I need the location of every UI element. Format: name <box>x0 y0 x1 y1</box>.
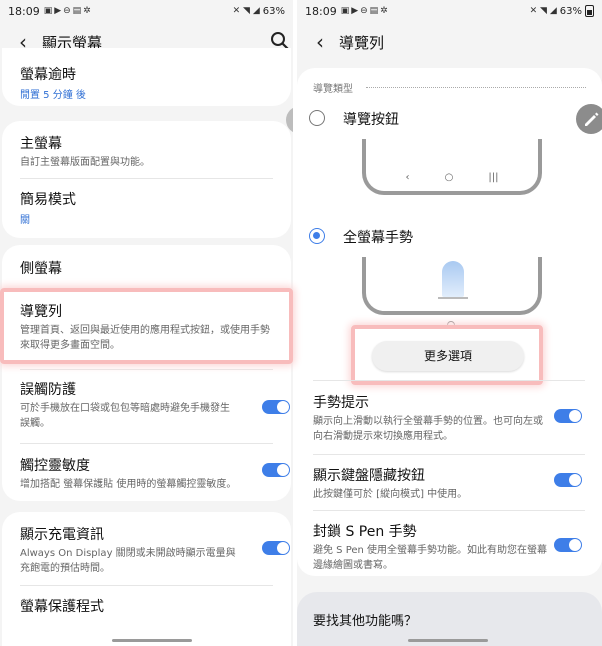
easy-mode-value: 關 <box>20 215 30 226</box>
touch-sensitivity-toggle[interactable] <box>262 463 290 477</box>
separator <box>313 380 585 381</box>
signal-icons: ✕ ◥ ◢ <box>232 6 260 16</box>
block-spen-title: 封鎖 S Pen 手勢 <box>313 524 417 540</box>
full-gestures-label[interactable]: 全螢幕手勢 <box>343 227 413 247</box>
edge-screen-title: 側螢幕 <box>20 261 62 277</box>
charging-info-item[interactable]: 顯示充電資訊 Always On Display 關閉或未開啟時顯示電量與充飽電… <box>2 524 291 576</box>
charging-info-title: 顯示充電資訊 <box>20 527 104 543</box>
nav-buttons-radio[interactable] <box>309 110 325 126</box>
separator <box>20 443 273 444</box>
screensaver-item[interactable]: 螢幕保護程式 <box>2 596 291 616</box>
card-charging: 顯示充電資訊 Always On Display 關閉或未開啟時顯示電量與充飽電… <box>2 512 291 646</box>
screen-timeout-value: 閒置 5 分鐘 後 <box>20 90 86 101</box>
swipe-hint-graphic <box>442 261 464 297</box>
battery-text: 63% <box>262 5 285 17</box>
status-right: ✕ ◥ ◢ 63% <box>233 6 285 17</box>
separator <box>20 369 273 370</box>
section-divider <box>366 87 586 88</box>
nav-buttons-preview: ‹ ○ ||| <box>362 139 542 195</box>
charging-info-desc: Always On Display 關閉或未開啟時顯示電量與充飽電的預估時間。 <box>20 548 236 574</box>
pencil-icon <box>585 112 599 126</box>
card-home-easy: 主螢幕 自訂主螢幕版面配置與功能。 簡易模式 關 <box>2 121 291 238</box>
home-indicator <box>112 639 192 642</box>
keyboard-hide-title: 顯示鍵盤隱藏按鈕 <box>313 468 425 484</box>
gesture-hints-item[interactable]: 手勢提示 顯示向上滑動以執行全螢幕手勢的位置。也可向左或向右滑動提示來切換應用程… <box>313 392 549 444</box>
notification-icons: ▣▶⊖▤✲ <box>43 6 93 16</box>
block-spen-item[interactable]: 封鎖 S Pen 手勢 避免 S Pen 使用全螢幕手勢功能。如此有助您在螢幕邊… <box>313 521 549 573</box>
full-gestures-radio[interactable] <box>309 228 325 244</box>
battery-icon <box>585 5 594 17</box>
accidental-touch-desc: 可於手機放在口袋或包包等暗處時避免手機發生誤觸。 <box>20 403 230 429</box>
keyboard-hide-item[interactable]: 顯示鍵盤隱藏按鈕 此按鍵僅可於 [縱向模式] 中使用。 <box>313 465 549 502</box>
separator <box>20 178 273 179</box>
touch-sensitivity-title: 觸控靈敏度 <box>20 458 90 474</box>
separator <box>313 454 585 455</box>
main-screen-item[interactable]: 主螢幕 自訂主螢幕版面配置與功能。 <box>2 133 291 170</box>
battery-text: 63% <box>559 5 582 17</box>
gesture-bar <box>438 297 468 299</box>
edge-screen-item[interactable]: 側螢幕 <box>2 258 291 278</box>
separator <box>20 585 273 586</box>
screen-timeout-title: 螢幕逾時 <box>20 67 76 83</box>
edit-fab[interactable] <box>576 104 602 134</box>
status-right: ✕ ◥ ◢ 63% <box>530 5 594 17</box>
block-spen-toggle[interactable] <box>554 538 582 552</box>
looking-for-text: 要找其他功能嗎？ <box>313 614 418 629</box>
nav-home-icon: ○ <box>444 172 454 183</box>
main-screen-title: 主螢幕 <box>20 136 62 152</box>
charging-info-toggle[interactable] <box>262 541 290 555</box>
touch-sensitivity-desc: 增加搭配 螢幕保護貼 使用時的螢幕觸控靈敏度。 <box>20 479 237 490</box>
screensaver-title: 螢幕保護程式 <box>20 599 104 615</box>
app-bar: ‹ 導覽列 <box>297 22 602 62</box>
gesture-hints-title: 手勢提示 <box>313 395 369 411</box>
easy-mode-title: 簡易模式 <box>20 192 76 208</box>
touch-sensitivity-item[interactable]: 觸控靈敏度 增加搭配 螢幕保護貼 使用時的螢幕觸控靈敏度。 <box>2 455 291 492</box>
keyboard-hide-toggle[interactable] <box>554 473 582 487</box>
easy-mode-item[interactable]: 簡易模式 關 <box>2 189 291 226</box>
card-screen-timeout: 螢幕逾時 閒置 5 分鐘 後 <box>2 48 291 106</box>
nav-buttons-label[interactable]: 導覽按鈕 <box>343 109 399 129</box>
status-time: 18:09 <box>8 4 40 18</box>
status-bar: 18:09 ▣▶⊖▤✲ ✕ ◥ ◢ 63% <box>297 0 602 22</box>
looking-for-card[interactable]: 要找其他功能嗎？ <box>297 592 602 646</box>
status-time: 18:09 <box>305 4 337 18</box>
navigation-bar-highlight <box>0 288 293 364</box>
main-screen-desc: 自訂主螢幕版面配置與功能。 <box>20 157 150 168</box>
card-edge-nav: 側螢幕 導覽列 管理首頁、返回與最近使用的應用程式按鈕，或使用手勢來取得更多畫面… <box>2 245 291 501</box>
nav-recent-icon: ||| <box>488 172 499 183</box>
block-spen-desc: 避免 S Pen 使用全螢幕手勢功能。如此有助您在螢幕邊緣繪圖或書寫。 <box>313 545 548 571</box>
screen-timeout-item[interactable]: 螢幕逾時 閒置 5 分鐘 後 <box>2 64 291 101</box>
page-title: 導覽列 <box>339 33 385 52</box>
accidental-touch-toggle[interactable] <box>262 400 290 414</box>
section-label: 導覽類型 <box>313 84 353 95</box>
signal-icons: ✕ ◥ ◢ <box>529 6 557 16</box>
nav-back-icon: ‹ <box>405 172 410 183</box>
status-bar: 18:09 ▣▶⊖▤✲ ✕ ◥ ◢ 63% <box>0 0 293 22</box>
gesture-hints-desc: 顯示向上滑動以執行全螢幕手勢的位置。也可向左或向右滑動提示來切換應用程式。 <box>313 416 543 442</box>
nav-buttons-row: ‹ ○ ||| <box>366 172 538 183</box>
accidental-touch-title: 誤觸防護 <box>20 382 76 398</box>
back-icon[interactable]: ‹ <box>309 30 331 54</box>
gesture-hints-toggle[interactable] <box>554 409 582 423</box>
notification-icons: ▣▶⊖▤✲ <box>340 6 390 16</box>
keyboard-hide-desc: 此按鍵僅可於 [縱向模式] 中使用。 <box>313 489 468 500</box>
more-options-highlight <box>351 325 543 385</box>
gestures-preview <box>362 257 542 315</box>
separator <box>313 510 585 511</box>
accidental-touch-item[interactable]: 誤觸防護 可於手機放在口袋或包包等暗處時避免手機發生誤觸。 <box>2 379 291 431</box>
home-indicator <box>408 639 488 642</box>
